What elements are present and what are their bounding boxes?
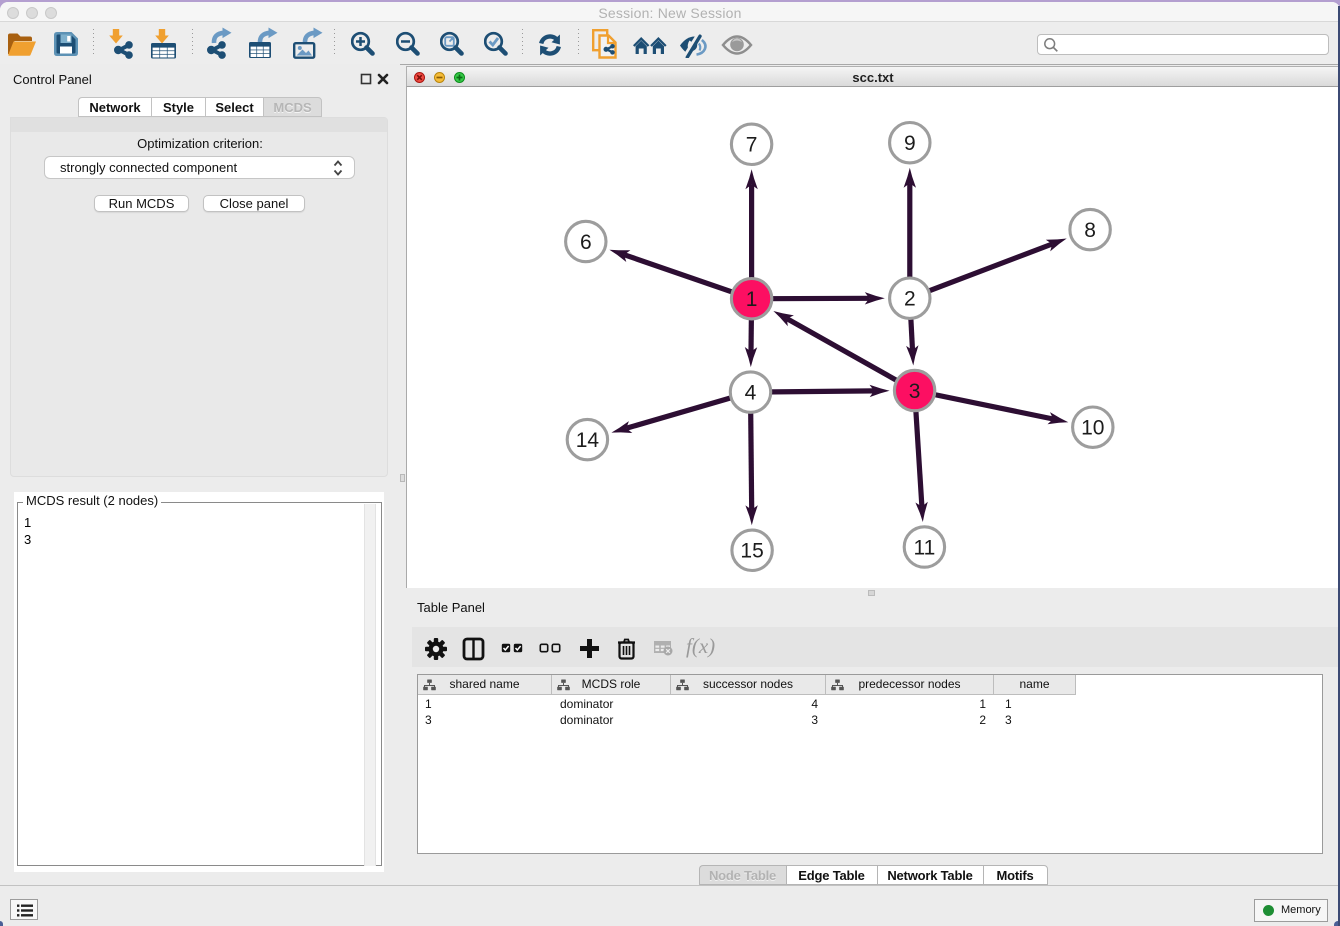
svg-text:7: 7 — [746, 134, 758, 157]
svg-text:4: 4 — [745, 381, 757, 404]
svg-text:8: 8 — [1084, 219, 1096, 242]
svg-text:9: 9 — [904, 132, 916, 155]
svg-text:6: 6 — [580, 231, 592, 254]
svg-text:10: 10 — [1081, 417, 1104, 440]
svg-text:3: 3 — [909, 380, 921, 403]
svg-text:11: 11 — [913, 536, 935, 559]
svg-text:14: 14 — [576, 429, 600, 452]
svg-text:1: 1 — [746, 288, 758, 311]
svg-text:15: 15 — [740, 540, 763, 563]
svg-text:2: 2 — [904, 288, 916, 311]
